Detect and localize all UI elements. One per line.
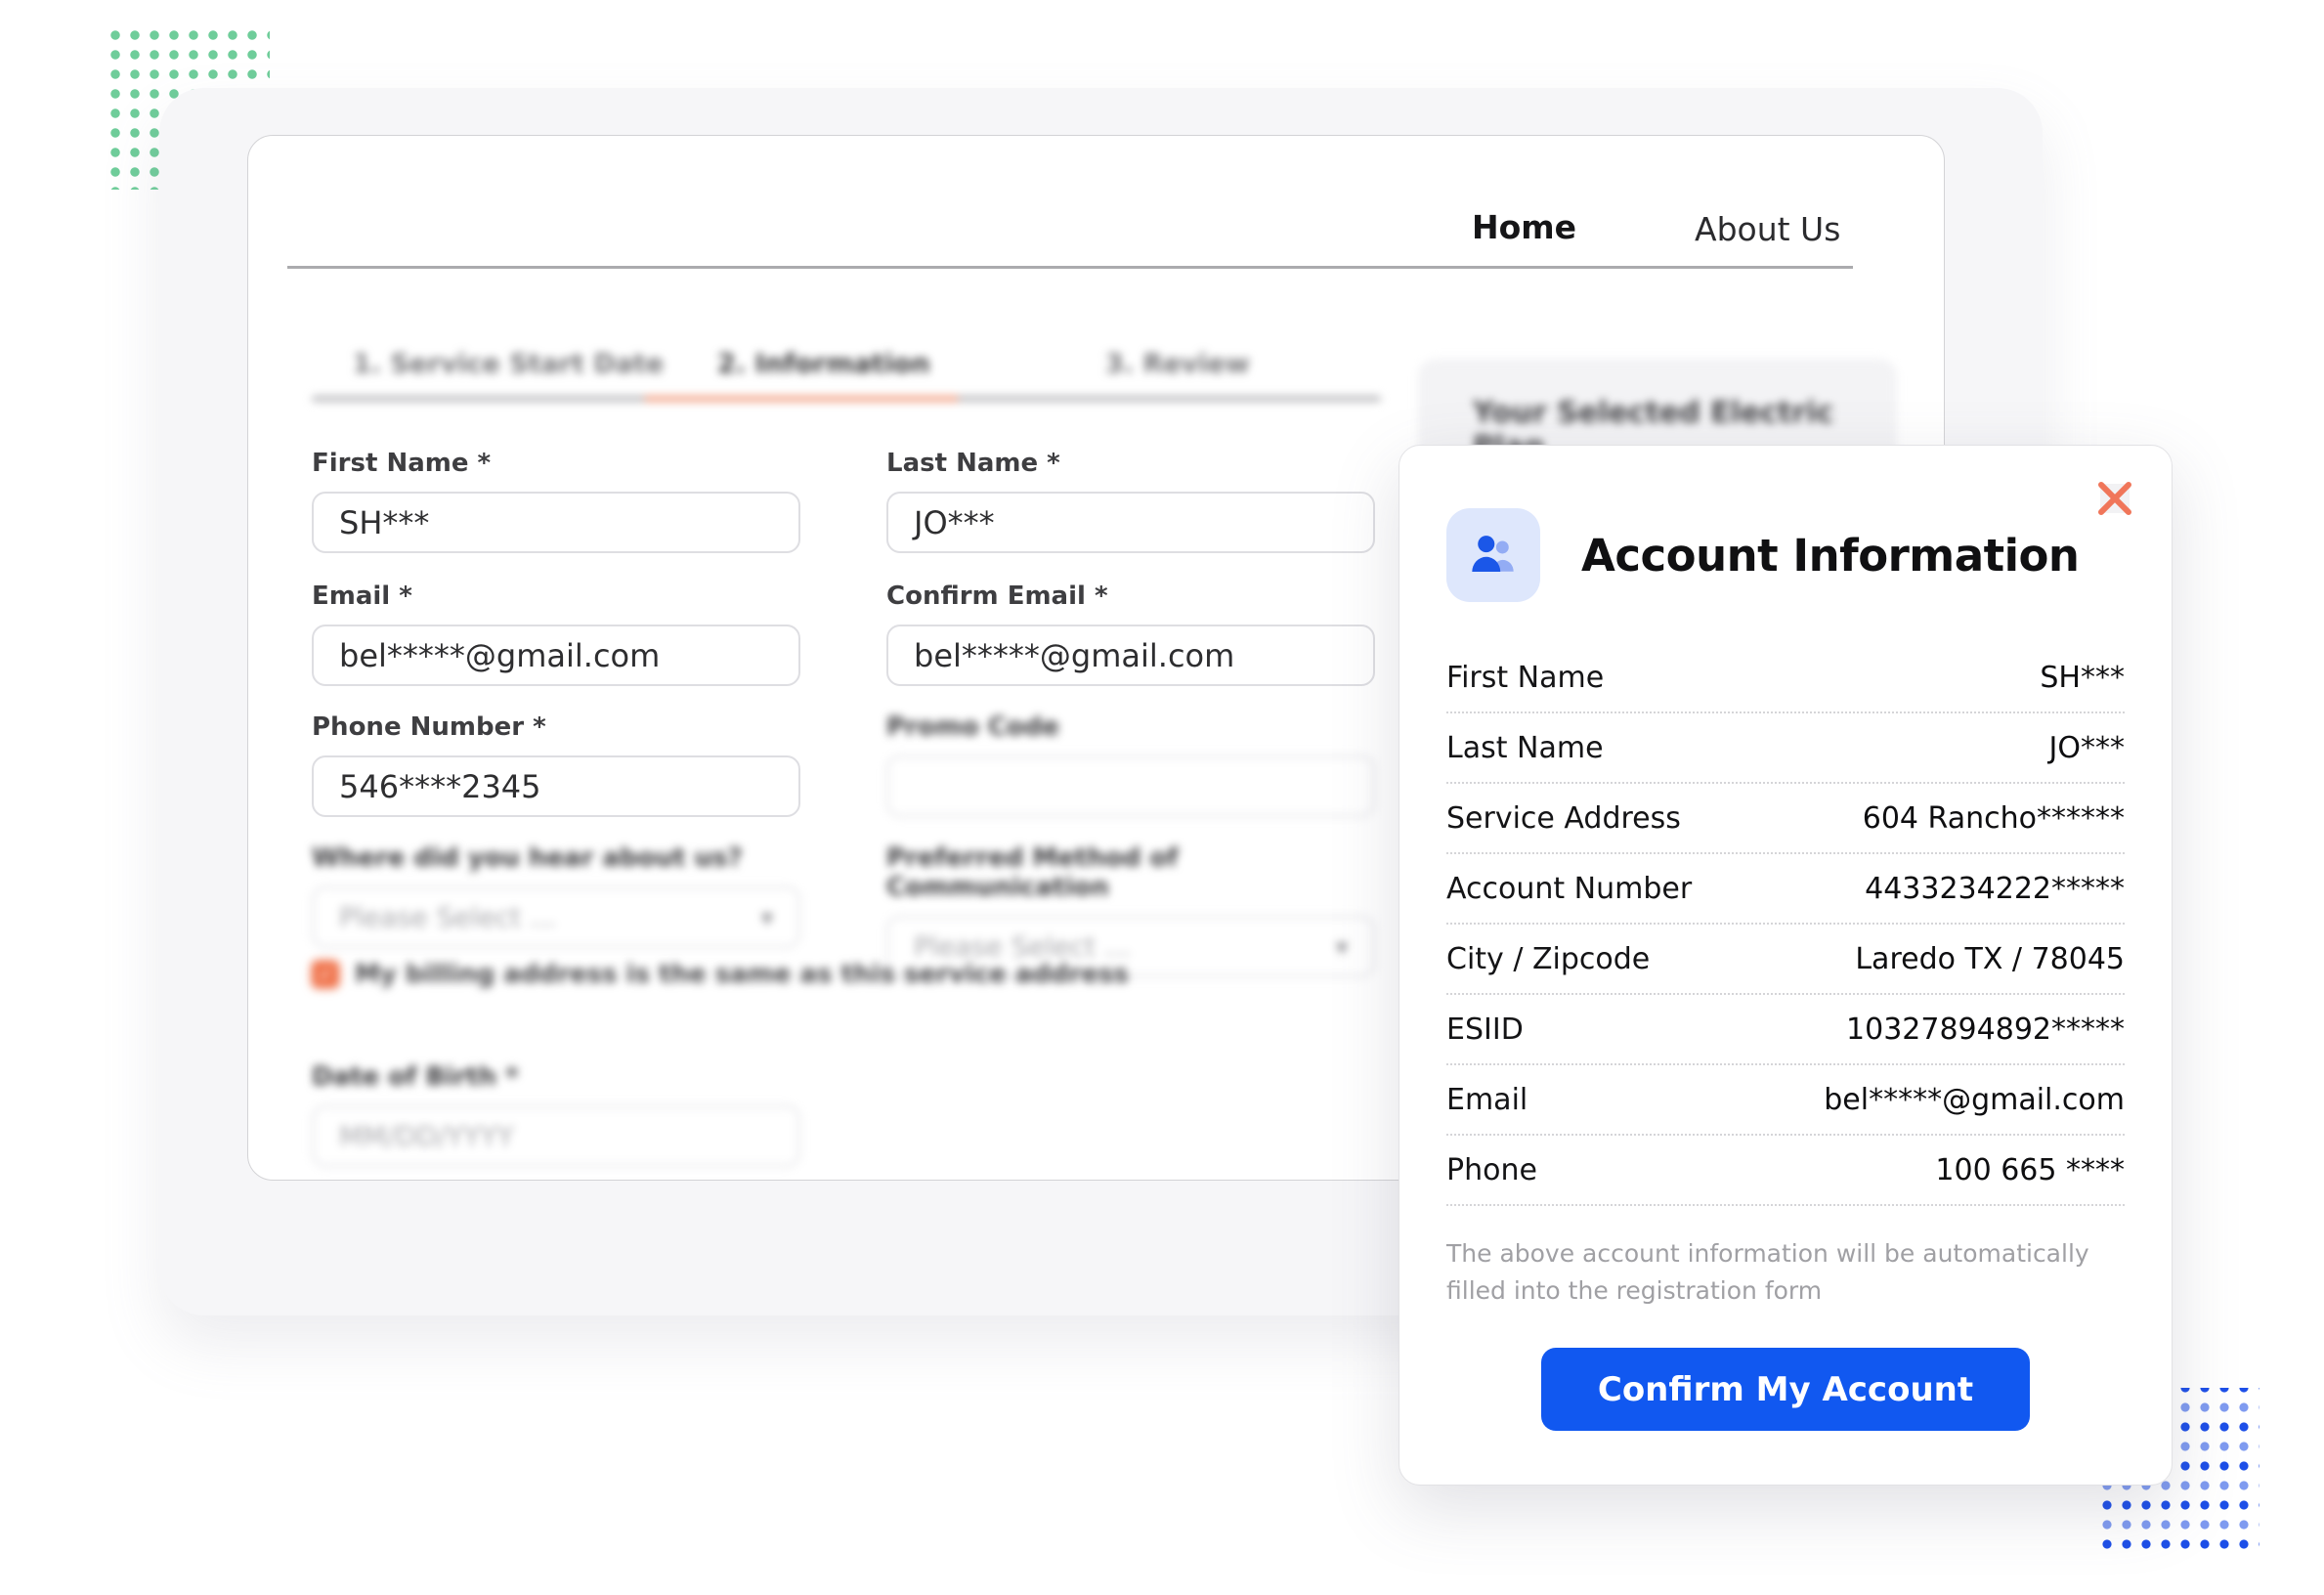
step-information[interactable]: 2. Information <box>717 349 930 379</box>
phone-number-field: Phone Number * 546****2345 <box>312 712 800 817</box>
account-information-modal: Account Information First Name SH*** Las… <box>1399 445 2173 1486</box>
account-row-city-zipcode: City / Zipcode Laredo TX / 78045 <box>1446 925 2125 995</box>
account-info-list: First Name SH*** Last Name JO*** Service… <box>1446 643 2125 1206</box>
hear-about-field: Where did you hear about us? Please Sele… <box>312 843 800 948</box>
row-label: Phone <box>1446 1153 1537 1187</box>
nav-divider <box>287 266 1853 269</box>
email-input[interactable]: bel*****@gmail.com <box>312 625 800 686</box>
phone-number-input[interactable]: 546****2345 <box>312 755 800 817</box>
dob-label: Date of Birth * <box>312 1062 800 1092</box>
email-field: Email * bel*****@gmail.com <box>312 582 800 686</box>
confirm-email-input[interactable]: bel*****@gmail.com <box>886 625 1375 686</box>
last-name-field: Last Name * JO*** <box>886 449 1375 553</box>
billing-address-row: ✓ My billing address is the same as this… <box>312 960 1129 989</box>
dob-field: Date of Birth * MM/DD/YYYY <box>312 1062 800 1167</box>
billing-address-label: My billing address is the same as this s… <box>355 960 1129 989</box>
account-row-esiid: ESIID 10327894892***** <box>1446 995 2125 1065</box>
hear-about-label: Where did you hear about us? <box>312 843 800 873</box>
step-review[interactable]: 3. Review <box>1105 349 1250 379</box>
row-value: Laredo TX / 78045 <box>1855 942 2125 976</box>
row-value: 10327894892***** <box>1846 1013 2125 1047</box>
row-value: JO*** <box>2049 731 2125 765</box>
comm-method-placeholder: Please Select ... <box>914 930 1131 963</box>
dob-input[interactable]: MM/DD/YYYY <box>312 1105 800 1167</box>
chevron-down-icon: ▾ <box>761 904 773 931</box>
account-row-last-name: Last Name JO*** <box>1446 713 2125 784</box>
row-label: Last Name <box>1446 731 1604 765</box>
account-row-first-name: First Name SH*** <box>1446 643 2125 713</box>
comm-method-field: Preferred Method of Communication Please… <box>886 843 1375 977</box>
row-label: City / Zipcode <box>1446 942 1650 976</box>
hear-about-select[interactable]: Please Select ... ▾ <box>312 886 800 948</box>
modal-title: Account Information <box>1581 530 2079 582</box>
modal-header: Account Information <box>1446 508 2125 602</box>
last-name-input[interactable]: JO*** <box>886 492 1375 553</box>
confirm-email-field: Confirm Email * bel*****@gmail.com <box>886 582 1375 686</box>
first-name-field: First Name * SH*** <box>312 449 800 553</box>
comm-method-label: Preferred Method of Communication <box>886 843 1375 902</box>
row-value: 604 Rancho****** <box>1863 801 2125 836</box>
check-icon: ✓ <box>318 965 332 985</box>
email-label: Email * <box>312 582 800 611</box>
first-name-label: First Name * <box>312 449 800 478</box>
first-name-input[interactable]: SH*** <box>312 492 800 553</box>
row-value: 100 665 **** <box>1935 1153 2125 1187</box>
billing-address-checkbox[interactable]: ✓ <box>312 961 339 988</box>
close-button[interactable] <box>2091 475 2138 522</box>
account-row-phone: Phone 100 665 **** <box>1446 1136 2125 1206</box>
steps-progress-bar <box>312 396 1381 402</box>
confirm-my-account-button[interactable]: Confirm My Account <box>1541 1348 2030 1431</box>
row-value: 4433234222***** <box>1865 872 2125 906</box>
row-label: First Name <box>1446 661 1604 695</box>
phone-number-label: Phone Number * <box>312 712 800 742</box>
confirm-email-label: Confirm Email * <box>886 582 1375 611</box>
row-label: Account Number <box>1446 872 1692 906</box>
nav-link-home[interactable]: Home <box>1472 208 1576 246</box>
row-label: Service Address <box>1446 801 1681 836</box>
promo-code-input[interactable] <box>886 755 1375 817</box>
autofill-note: The above account information will be au… <box>1446 1235 2136 1309</box>
row-value: SH*** <box>2040 661 2125 695</box>
step-service-start-date[interactable]: 1. Service Start Date <box>353 349 664 379</box>
row-value: bel*****@gmail.com <box>1824 1083 2125 1117</box>
promo-code-label: Promo Code <box>886 712 1375 742</box>
promo-code-field: Promo Code <box>886 712 1375 817</box>
row-label: ESIID <box>1446 1013 1524 1047</box>
account-row-email: Email bel*****@gmail.com <box>1446 1065 2125 1136</box>
nav-link-about-us[interactable]: About Us <box>1695 210 1840 248</box>
account-row-service-address: Service Address 604 Rancho****** <box>1446 784 2125 854</box>
close-icon <box>2092 476 2137 521</box>
people-icon <box>1446 508 1540 602</box>
account-row-account-number: Account Number 4433234222***** <box>1446 854 2125 925</box>
row-label: Email <box>1446 1083 1528 1117</box>
steps-progress-active-segment <box>644 396 959 402</box>
last-name-label: Last Name * <box>886 449 1375 478</box>
chevron-down-icon: ▾ <box>1336 933 1348 961</box>
hear-about-placeholder: Please Select ... <box>339 901 556 933</box>
